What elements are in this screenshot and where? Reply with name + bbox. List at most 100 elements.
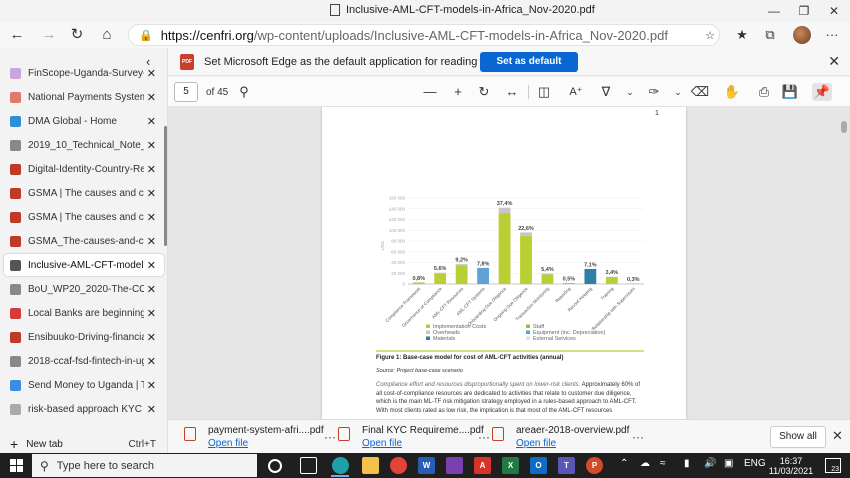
tab-close-icon[interactable]: ✕	[147, 115, 156, 128]
teams-icon[interactable]: T	[558, 457, 575, 474]
draw-icon[interactable]: ∇	[596, 83, 616, 101]
sidebar-tab-2[interactable]: DMA Global - Home ✕	[4, 110, 164, 132]
sidebar-tab-4[interactable]: Digital-Identity-Country-Report✕	[4, 158, 164, 180]
pin-toolbar-icon[interactable]: 📌	[812, 83, 832, 101]
profile-avatar[interactable]	[793, 26, 811, 44]
show-all-button[interactable]: Show all	[770, 426, 826, 448]
tab-close-icon[interactable]: ✕	[147, 67, 156, 80]
tab-close-icon[interactable]: ✕	[147, 211, 156, 224]
open-file-link[interactable]: Open file	[208, 438, 248, 449]
notification-center-icon[interactable]: 23	[825, 458, 841, 473]
task-view-icon[interactable]	[300, 457, 317, 474]
tab-close-icon[interactable]: ✕	[147, 331, 156, 344]
edge-icon[interactable]	[332, 457, 349, 474]
home-icon[interactable]: ⌂	[96, 25, 118, 45]
back-arrow-icon[interactable]: ←	[6, 25, 28, 45]
sidebar-tab-6[interactable]: GSMA | The causes and consequ✕	[4, 206, 164, 228]
download-item-2[interactable]: areaer-2018-overview.pdf Open file ···	[492, 424, 644, 450]
download-item-0[interactable]: payment-system-afri....pdf Open file ···	[184, 424, 336, 450]
tab-close-icon[interactable]: ✕	[147, 379, 156, 392]
tab-close-icon[interactable]: ✕	[147, 91, 156, 104]
refresh-icon[interactable]: ↻	[66, 25, 88, 45]
acrobat-icon[interactable]: A	[474, 457, 491, 474]
download-more-button[interactable]: ···	[632, 430, 644, 444]
url-field[interactable]: 🔒 https://cenfri.org /wp-content/uploads…	[128, 24, 720, 46]
sidebar-tab-9[interactable]: BoU_WP20_2020-The-COVID-19✕	[4, 278, 164, 300]
sidebar-tab-5[interactable]: GSMA | The causes and consequ✕	[4, 182, 164, 204]
powerpoint-icon[interactable]: P	[586, 457, 603, 474]
chrome-icon[interactable]	[390, 457, 407, 474]
page-view-icon[interactable]: ◫	[534, 83, 554, 101]
viewer-scrollbar[interactable]	[841, 113, 847, 415]
outlook-icon[interactable]: O	[530, 457, 547, 474]
favorites-icon[interactable]: ★	[732, 26, 752, 44]
download-item-1[interactable]: Final KYC Requireme....pdf Open file ···	[338, 424, 490, 450]
save-icon[interactable]: 💾	[780, 83, 800, 101]
clock[interactable]: 16:37 11/03/2021	[766, 456, 816, 476]
word-icon[interactable]: W	[418, 457, 435, 474]
settings-more-button[interactable]: ···	[822, 26, 842, 44]
tray-chevron-icon[interactable]: ⌃	[620, 458, 628, 469]
zoom-in-icon[interactable]: +	[448, 83, 468, 101]
tab-close-icon[interactable]: ✕	[147, 259, 156, 272]
erase-icon[interactable]: ⌫	[690, 83, 710, 101]
download-more-button[interactable]: ···	[324, 430, 336, 444]
close-notification-icon[interactable]: ✕	[828, 53, 840, 70]
tab-close-icon[interactable]: ✕	[147, 187, 156, 200]
rotate-icon[interactable]: ↻	[474, 83, 494, 101]
print-icon[interactable]: ⎙	[754, 83, 774, 101]
tab-close-icon[interactable]: ✕	[147, 283, 156, 296]
sidebar-scrollbar[interactable]	[164, 126, 167, 246]
tab-close-icon[interactable]: ✕	[147, 403, 156, 416]
tab-close-icon[interactable]: ✕	[147, 235, 156, 248]
highlight-icon[interactable]: ✑	[644, 83, 664, 101]
forward-arrow-icon[interactable]: →	[38, 25, 60, 45]
sidebar-tab-0[interactable]: FinScope-Uganda-Survey-Report✕	[4, 62, 164, 84]
wifi-icon[interactable]: ≈	[660, 458, 666, 469]
tab-close-icon[interactable]: ✕	[147, 163, 156, 176]
page-number-input[interactable]: 5	[174, 82, 198, 102]
new-tab-button[interactable]: + New tab Ctrl+T	[0, 434, 168, 454]
tab-close-icon[interactable]: ✕	[147, 307, 156, 320]
file-explorer-icon[interactable]	[362, 457, 379, 474]
zoom-out-icon[interactable]: —	[420, 83, 440, 101]
search-icon[interactable]: ⚲	[234, 83, 254, 101]
close-window-button[interactable]: ✕	[820, 2, 848, 20]
battery-icon[interactable]: ▮	[684, 458, 690, 469]
sidebar-tab-3[interactable]: 2019_10_Technical_Note_Risk_Ba✕	[4, 134, 164, 156]
minimize-button[interactable]: —	[760, 2, 788, 20]
tab-close-icon[interactable]: ✕	[147, 139, 156, 152]
open-file-link[interactable]: Open file	[516, 438, 556, 449]
cloud-icon[interactable]: ☁	[640, 458, 650, 469]
set-as-default-button[interactable]: Set as default	[480, 52, 578, 72]
restore-button[interactable]: ❐	[790, 2, 818, 20]
read-aloud-icon[interactable]: A⁺	[566, 83, 586, 101]
sidebar-tab-13[interactable]: Send Money to Uganda | Transfe✕	[4, 374, 164, 396]
fit-page-icon[interactable]: ↔	[502, 83, 522, 101]
close-downloads-icon[interactable]: ✕	[832, 428, 843, 444]
network-icon[interactable]: ▣	[724, 458, 733, 469]
draw-dropdown-icon[interactable]: ⌄	[620, 83, 640, 101]
sidebar-tab-11[interactable]: Ensibuuko-Driving-financial-incl✕	[4, 326, 164, 348]
collections-icon[interactable]: ⧉	[760, 26, 780, 44]
tab-close-icon[interactable]: ✕	[147, 355, 156, 368]
open-file-link[interactable]: Open file	[362, 438, 402, 449]
scrollbar-thumb[interactable]	[841, 121, 847, 133]
add-favorite-icon[interactable]: ☆	[700, 27, 720, 45]
windows-start-icon[interactable]	[10, 459, 23, 472]
volume-icon[interactable]: 🔊	[704, 458, 716, 469]
taskbar-search-box[interactable]: ⚲ Type here to search	[32, 454, 257, 477]
sidebar-tab-14[interactable]: risk-based approach KYC ugand✕	[4, 398, 164, 420]
download-more-button[interactable]: ···	[478, 430, 490, 444]
sidebar-tab-1[interactable]: National Payments Systems Act✕	[4, 86, 164, 108]
sidebar-tab-8[interactable]: Inclusive-AML-CFT-models-in-Af✕	[4, 254, 164, 276]
excel-icon[interactable]: X	[502, 457, 519, 474]
sidebar-tab-7[interactable]: GSMA_The-causes-and-consequ✕	[4, 230, 164, 252]
sidebar-tab-12[interactable]: 2018-ccaf-fsd-fintech-in-uganda✕	[4, 350, 164, 372]
touch-icon[interactable]: ✋	[722, 83, 742, 101]
sidebar-tab-10[interactable]: Local Banks are beginning to Un✕	[4, 302, 164, 324]
teams-chat-icon[interactable]	[446, 457, 463, 474]
cortana-icon[interactable]	[268, 459, 282, 473]
highlight-dropdown-icon[interactable]: ⌄	[668, 83, 688, 101]
language-indicator[interactable]: ENG	[744, 458, 766, 469]
